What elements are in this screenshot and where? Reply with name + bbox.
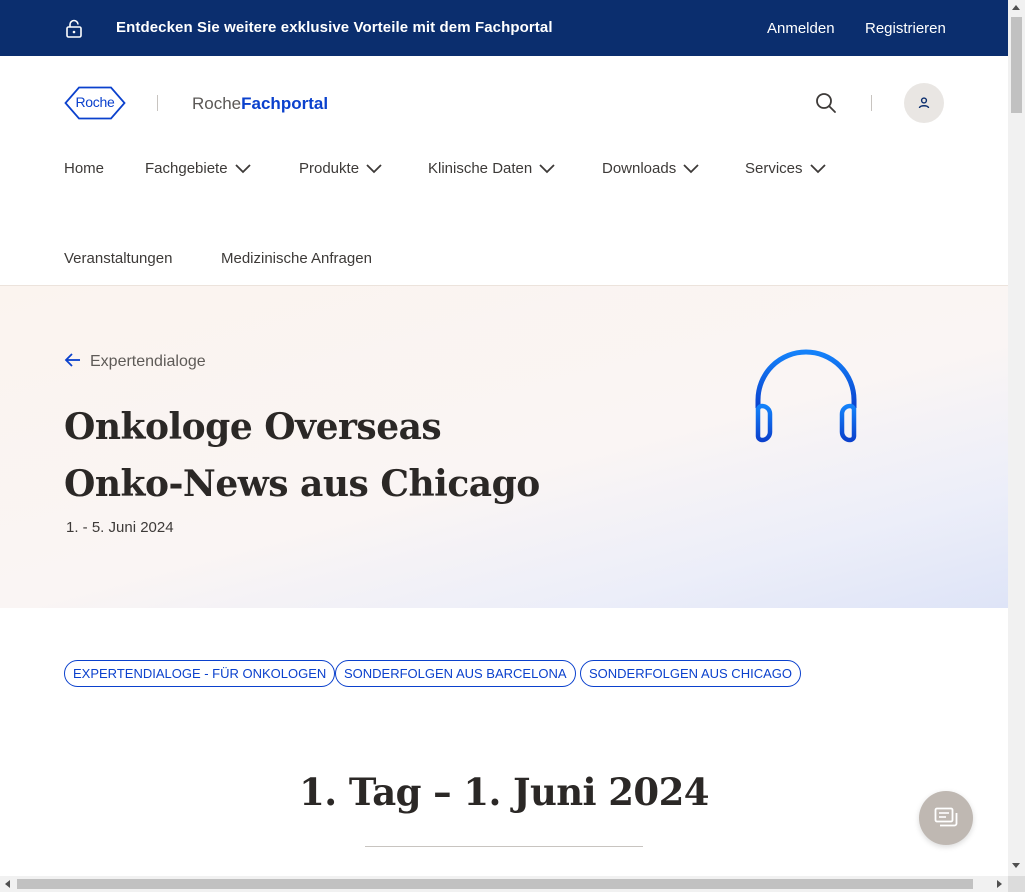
brand-suffix: Fachportal (241, 94, 329, 113)
page-viewport: Entdecken Sie weitere exklusive Vorteile… (0, 0, 1008, 876)
event-date: 1. - 5. Juni 2024 (66, 519, 174, 536)
back-link[interactable]: Expertendialoge (64, 353, 206, 371)
nav-fachgebiete[interactable]: Fachgebiete (145, 160, 252, 177)
tag-expertendialoge[interactable]: EXPERTENDIALOGE - FÜR ONKOLOGEN (64, 660, 336, 687)
search-icon[interactable] (815, 92, 837, 114)
nav-home[interactable]: Home (64, 160, 104, 177)
tag-barcelona[interactable]: SONDERFOLGEN AUS BARCELONA (335, 660, 576, 687)
nav-label: Fachgebiete (145, 160, 228, 177)
scrollbar-corner (1008, 876, 1025, 892)
chevron-down-icon (809, 163, 826, 173)
vertical-scrollbar[interactable] (1008, 0, 1025, 876)
headphones-icon (755, 349, 857, 443)
title-line-2: Onko-News aus Chicago (64, 463, 540, 505)
user-icon (918, 97, 930, 109)
nav-services[interactable]: Services (745, 160, 827, 177)
nav-label: Klinische Daten (428, 160, 533, 177)
logo-text: Roche (75, 94, 115, 110)
arrow-left-icon (64, 353, 80, 367)
hero-section: Expertendialoge Onkologe Overseas Onko-N… (0, 286, 1008, 608)
scroll-left-arrow-icon[interactable] (5, 880, 10, 888)
nav-downloads[interactable]: Downloads (602, 160, 700, 177)
account-button[interactable] (904, 83, 944, 123)
chevron-down-icon (366, 163, 382, 173)
nav-label: Downloads (602, 160, 677, 177)
chat-button[interactable] (919, 791, 973, 845)
day-heading: 1. Tag – 1. Juni 2024 (299, 770, 709, 814)
page-title: Onkologe Overseas Onko-News aus Chicago (64, 399, 540, 513)
vertical-scroll-thumb[interactable] (1011, 17, 1022, 113)
day-divider (365, 846, 643, 847)
roche-logo[interactable]: Roche (64, 86, 126, 120)
nav-produkte[interactable]: Produkte (299, 160, 383, 177)
chevron-down-icon (539, 163, 555, 173)
scroll-down-arrow-icon[interactable] (1012, 863, 1020, 868)
promo-banner: Entdecken Sie weitere exklusive Vorteile… (0, 0, 1008, 56)
scroll-right-arrow-icon[interactable] (997, 880, 1002, 888)
nav-veranstaltungen[interactable]: Veranstaltungen (64, 250, 172, 267)
title-line-1: Onkologe Overseas (64, 406, 442, 448)
chevron-down-icon (234, 163, 251, 173)
nav-medizinische-anfragen[interactable]: Medizinische Anfragen (221, 250, 372, 267)
header-divider (871, 95, 872, 111)
nav-klinische-daten[interactable]: Klinische Daten (428, 160, 556, 177)
lock-open-icon (66, 19, 82, 38)
logo-divider (157, 95, 158, 111)
chat-icon (934, 807, 958, 827)
horizontal-scrollbar[interactable] (0, 876, 1008, 892)
register-link[interactable]: Registrieren (865, 20, 946, 37)
tag-chicago[interactable]: SONDERFOLGEN AUS CHICAGO (580, 660, 801, 687)
promo-text: Entdecken Sie weitere exklusive Vorteile… (116, 19, 553, 36)
brand-prefix: Roche (192, 94, 242, 113)
nav-label: Services (745, 160, 803, 177)
brand-name[interactable]: RocheFachportal (192, 94, 328, 114)
horizontal-scroll-thumb[interactable] (17, 879, 973, 889)
chevron-down-icon (683, 163, 699, 173)
nav-label: Produkte (299, 160, 360, 177)
scroll-up-arrow-icon[interactable] (1012, 5, 1020, 10)
back-label: Expertendialoge (90, 353, 206, 370)
login-link[interactable]: Anmelden (767, 20, 835, 37)
